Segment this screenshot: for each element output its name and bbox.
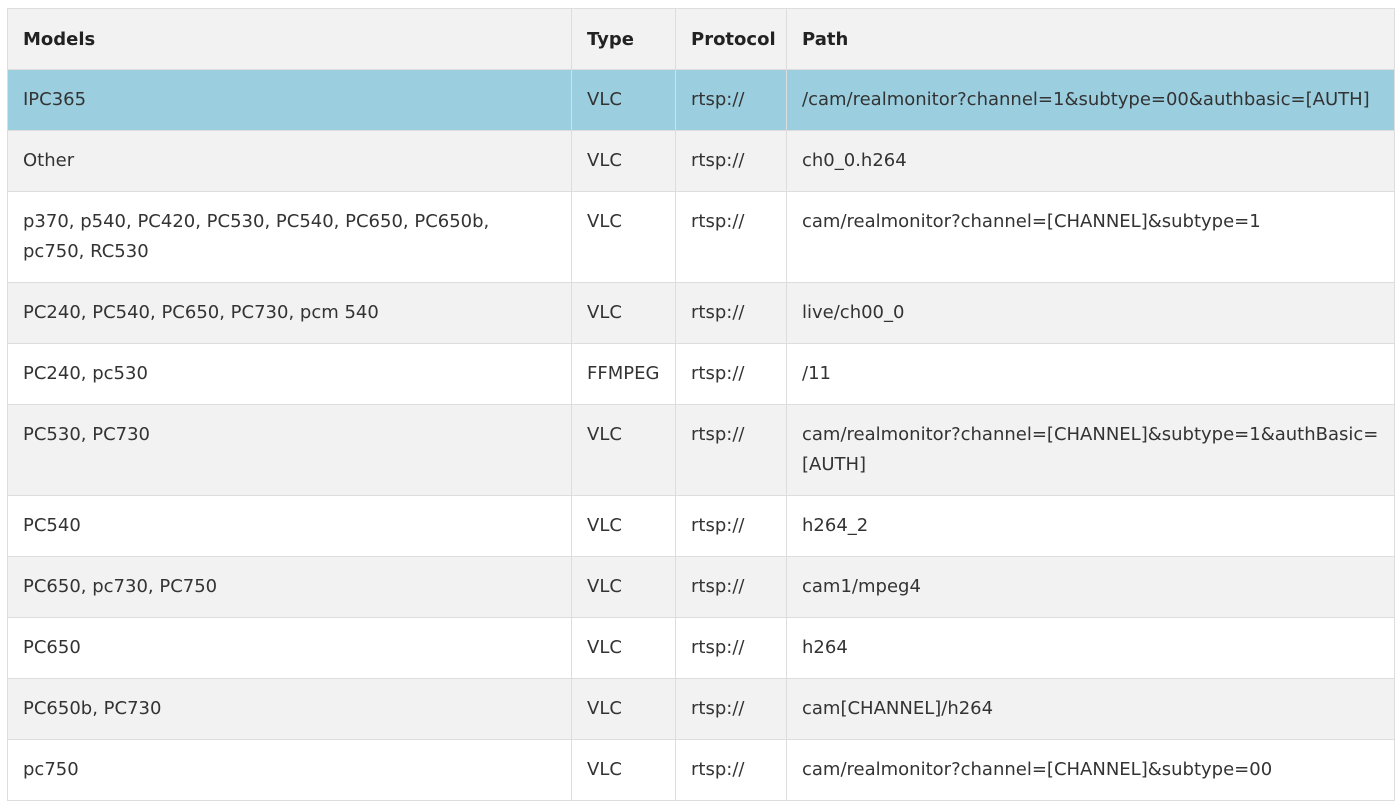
camera-url-table: Models Type Protocol Path IPC365 VLC rts… bbox=[7, 8, 1395, 801]
cell-type: VLC bbox=[571, 617, 676, 679]
cell-path: live/ch00_0 bbox=[786, 282, 1395, 344]
cell-models: Other bbox=[7, 130, 572, 192]
cell-type: VLC bbox=[571, 69, 676, 131]
table-row[interactable]: IPC365 VLC rtsp:// /cam/realmonitor?chan… bbox=[7, 69, 1395, 131]
table-row[interactable]: Other VLC rtsp:// ch0_0.h264 bbox=[7, 130, 1395, 192]
cell-models: PC540 bbox=[7, 495, 572, 557]
column-header-type[interactable]: Type bbox=[571, 8, 676, 70]
camera-url-table-container: Models Type Protocol Path IPC365 VLC rts… bbox=[7, 8, 1395, 801]
table-row[interactable]: PC240, PC540, PC650, PC730, pcm 540 VLC … bbox=[7, 282, 1395, 344]
table-row[interactable]: PC650b, PC730 VLC rtsp:// cam[CHANNEL]/h… bbox=[7, 678, 1395, 740]
cell-models: p370, p540, PC420, PC530, PC540, PC650, … bbox=[7, 191, 572, 283]
cell-path: cam/realmonitor?channel=[CHANNEL]&subtyp… bbox=[786, 191, 1395, 283]
cell-path: cam1/mpeg4 bbox=[786, 556, 1395, 618]
cell-protocol: rtsp:// bbox=[675, 343, 787, 405]
table-row[interactable]: pc750 VLC rtsp:// cam/realmonitor?channe… bbox=[7, 739, 1395, 801]
cell-models: PC530, PC730 bbox=[7, 404, 572, 496]
cell-protocol: rtsp:// bbox=[675, 617, 787, 679]
cell-protocol: rtsp:// bbox=[675, 556, 787, 618]
cell-path: /11 bbox=[786, 343, 1395, 405]
cell-protocol: rtsp:// bbox=[675, 130, 787, 192]
column-header-path[interactable]: Path bbox=[786, 8, 1395, 70]
cell-models: PC650, pc730, PC750 bbox=[7, 556, 572, 618]
cell-models: PC240, pc530 bbox=[7, 343, 572, 405]
cell-type: VLC bbox=[571, 404, 676, 496]
cell-models: PC650b, PC730 bbox=[7, 678, 572, 740]
cell-path: cam/realmonitor?channel=[CHANNEL]&subtyp… bbox=[786, 404, 1395, 496]
cell-models: PC650 bbox=[7, 617, 572, 679]
cell-path: ch0_0.h264 bbox=[786, 130, 1395, 192]
table-body: IPC365 VLC rtsp:// /cam/realmonitor?chan… bbox=[7, 69, 1395, 801]
cell-protocol: rtsp:// bbox=[675, 282, 787, 344]
column-header-models[interactable]: Models bbox=[7, 8, 572, 70]
table-row[interactable]: PC530, PC730 VLC rtsp:// cam/realmonitor… bbox=[7, 404, 1395, 496]
table-row[interactable]: PC540 VLC rtsp:// h264_2 bbox=[7, 495, 1395, 557]
column-header-protocol[interactable]: Protocol bbox=[675, 8, 787, 70]
cell-type: FFMPEG bbox=[571, 343, 676, 405]
cell-path: cam/realmonitor?channel=[CHANNEL]&subtyp… bbox=[786, 739, 1395, 801]
cell-path: h264 bbox=[786, 617, 1395, 679]
cell-protocol: rtsp:// bbox=[675, 739, 787, 801]
cell-protocol: rtsp:// bbox=[675, 404, 787, 496]
table-row[interactable]: PC240, pc530 FFMPEG rtsp:// /11 bbox=[7, 343, 1395, 405]
cell-path: cam[CHANNEL]/h264 bbox=[786, 678, 1395, 740]
cell-type: VLC bbox=[571, 495, 676, 557]
cell-type: VLC bbox=[571, 282, 676, 344]
cell-type: VLC bbox=[571, 739, 676, 801]
cell-type: VLC bbox=[571, 191, 676, 283]
cell-protocol: rtsp:// bbox=[675, 678, 787, 740]
cell-models: pc750 bbox=[7, 739, 572, 801]
table-row[interactable]: p370, p540, PC420, PC530, PC540, PC650, … bbox=[7, 191, 1395, 283]
cell-models: PC240, PC540, PC650, PC730, pcm 540 bbox=[7, 282, 572, 344]
table-row[interactable]: PC650 VLC rtsp:// h264 bbox=[7, 617, 1395, 679]
cell-path: h264_2 bbox=[786, 495, 1395, 557]
cell-path: /cam/realmonitor?channel=1&subtype=00&au… bbox=[786, 69, 1395, 131]
cell-protocol: rtsp:// bbox=[675, 69, 787, 131]
cell-protocol: rtsp:// bbox=[675, 495, 787, 557]
cell-models: IPC365 bbox=[7, 69, 572, 131]
table-header-row: Models Type Protocol Path bbox=[7, 8, 1395, 70]
cell-type: VLC bbox=[571, 556, 676, 618]
table-row[interactable]: PC650, pc730, PC750 VLC rtsp:// cam1/mpe… bbox=[7, 556, 1395, 618]
cell-type: VLC bbox=[571, 678, 676, 740]
cell-protocol: rtsp:// bbox=[675, 191, 787, 283]
cell-type: VLC bbox=[571, 130, 676, 192]
